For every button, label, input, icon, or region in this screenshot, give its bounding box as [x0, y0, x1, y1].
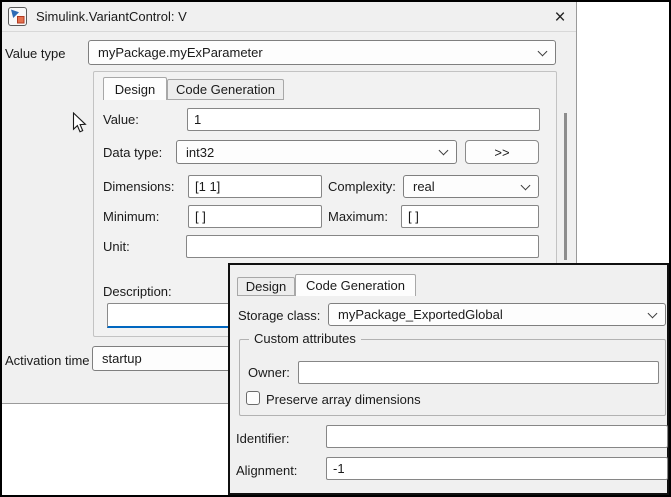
tab-code-generation[interactable]: Code Generation	[167, 79, 284, 100]
value-label: Value:	[103, 112, 139, 127]
value-type-label: Value type	[5, 46, 65, 61]
mouse-cursor	[72, 112, 88, 136]
activation-time-selected: startup	[102, 351, 142, 366]
complexity-selected: real	[413, 179, 435, 194]
tab-design[interactable]: Design	[103, 77, 167, 100]
identifier-label: Identifier:	[236, 431, 289, 446]
complexity-dropdown[interactable]: real	[403, 175, 539, 198]
storage-class-selected: myPackage_ExportedGlobal	[338, 307, 503, 322]
storage-class-label: Storage class:	[238, 308, 320, 323]
description-label: Description:	[103, 284, 172, 299]
maximum-label: Maximum:	[328, 209, 388, 224]
vertical-scrollbar[interactable]	[564, 113, 567, 260]
value-input[interactable]	[187, 108, 540, 131]
unit-label: Unit:	[103, 239, 130, 254]
tab-design-label: Design	[115, 82, 155, 97]
panel-tab-design[interactable]: Design	[237, 277, 295, 296]
data-type-selected: int32	[186, 145, 214, 160]
data-type-label: Data type:	[103, 145, 162, 160]
preserve-array-dimensions-checkbox[interactable]	[246, 391, 260, 405]
screenshot-frame: Simulink.VariantControl: V × Value type …	[0, 0, 671, 497]
panel-tab-code-generation[interactable]: Code Generation	[295, 274, 416, 296]
activation-time-label: Activation time	[5, 353, 90, 368]
chevron-down-icon	[648, 308, 658, 318]
minimum-input[interactable]	[188, 205, 322, 228]
owner-label: Owner:	[248, 365, 290, 380]
tab-code-generation-label: Code Generation	[176, 82, 275, 97]
panel-tab-design-label: Design	[246, 279, 286, 294]
data-type-dropdown[interactable]: int32	[176, 140, 457, 164]
maximum-input[interactable]	[401, 205, 539, 228]
simulink-app-icon	[8, 7, 27, 26]
dimensions-input[interactable]	[188, 175, 322, 198]
alignment-label: Alignment:	[236, 463, 297, 478]
value-type-selected: myPackage.myExParameter	[98, 45, 263, 60]
title-bar[interactable]: Simulink.VariantControl: V ×	[2, 2, 576, 32]
preserve-array-dimensions-label: Preserve array dimensions	[266, 392, 421, 407]
chevron-down-icon	[538, 46, 548, 56]
dialog-title: Simulink.VariantControl: V	[36, 9, 187, 24]
code-generation-panel: Design Code Generation Storage class: my…	[228, 263, 669, 495]
close-icon[interactable]: ×	[548, 5, 572, 29]
storage-class-dropdown[interactable]: myPackage_ExportedGlobal	[328, 303, 666, 326]
value-type-dropdown[interactable]: myPackage.myExParameter	[88, 40, 556, 65]
owner-input[interactable]	[298, 361, 659, 384]
minimum-label: Minimum:	[103, 209, 159, 224]
dimensions-label: Dimensions:	[103, 179, 175, 194]
custom-attributes-title: Custom attributes	[249, 331, 361, 346]
unit-input[interactable]	[186, 235, 539, 258]
panel-tab-code-generation-label: Code Generation	[306, 278, 405, 293]
chevron-down-icon	[521, 180, 531, 190]
data-type-assistant-button[interactable]: >>	[465, 140, 539, 164]
alignment-input[interactable]	[326, 457, 668, 480]
complexity-label: Complexity:	[328, 179, 396, 194]
chevron-down-icon	[439, 146, 449, 156]
identifier-input[interactable]	[326, 425, 668, 448]
